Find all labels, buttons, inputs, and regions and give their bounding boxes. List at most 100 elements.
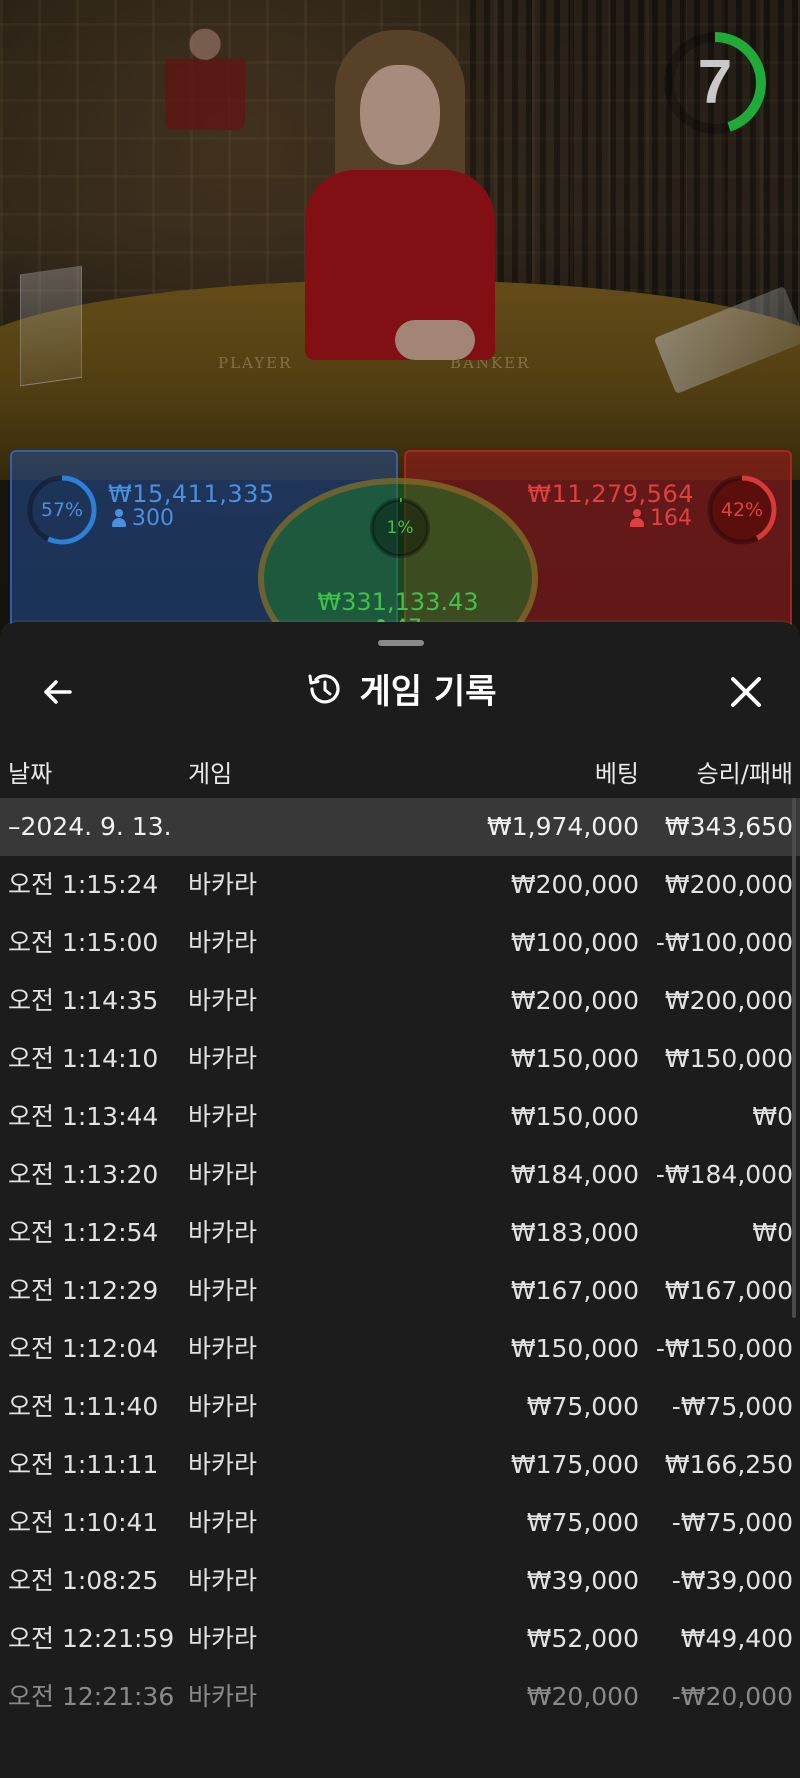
- row-bet: ₩75,000: [526, 1392, 639, 1421]
- row-game: 바카라: [188, 1392, 258, 1421]
- row-result: ₩166,250: [664, 1450, 793, 1479]
- row-time: 오전 1:15:24: [8, 870, 159, 899]
- row-result: -₩75,000: [671, 1508, 793, 1537]
- player-percent: 57%: [40, 499, 84, 521]
- banker-bet-total: ₩11,279,564: [527, 480, 694, 508]
- row-time: 오전 1:13:44: [8, 1102, 159, 1131]
- date-group-win-total: ₩343,650: [664, 812, 793, 841]
- row-time: 오전 12:21:59: [8, 1624, 175, 1653]
- history-row[interactable]: 오전 1:13:44 바카라 ₩150,000 ₩0: [0, 1088, 800, 1146]
- row-bet: ₩100,000: [510, 928, 639, 957]
- history-icon: [308, 673, 340, 703]
- row-time: 오전 1:12:54: [8, 1218, 159, 1247]
- row-time: 오전 1:08:25: [8, 1566, 159, 1595]
- column-header-date[interactable]: 날짜: [8, 754, 52, 789]
- row-bet: ₩52,000: [526, 1624, 639, 1653]
- row-game: 바카라: [188, 928, 258, 957]
- row-game: 바카라: [188, 1218, 258, 1247]
- row-bet: ₩175,000: [510, 1450, 639, 1479]
- scrollbar[interactable]: [792, 798, 796, 1318]
- history-row[interactable]: 오전 1:11:11 바카라 ₩175,000 ₩166,250: [0, 1436, 800, 1494]
- date-group-bet-total: ₩1,974,000: [487, 812, 639, 841]
- row-bet: ₩75,000: [526, 1508, 639, 1537]
- drag-handle[interactable]: [378, 640, 424, 646]
- row-game: 바카라: [188, 1044, 258, 1073]
- row-time: 오전 1:14:35: [8, 986, 159, 1015]
- close-icon: [731, 677, 761, 707]
- row-game: 바카라: [188, 1334, 258, 1363]
- row-time: 오전 1:12:29: [8, 1276, 159, 1305]
- column-header-bet[interactable]: 베팅: [595, 754, 639, 789]
- row-time: 오전 1:12:04: [8, 1334, 159, 1363]
- row-time: 오전 1:11:40: [8, 1392, 159, 1421]
- row-result: ₩200,000: [664, 986, 793, 1015]
- row-game: 바카라: [188, 1276, 258, 1305]
- history-row[interactable]: 오전 1:14:35 바카라 ₩200,000 ₩200,000: [0, 972, 800, 1030]
- game-history-sheet: 게임 기록 날짜 게임 베팅 승리/패배 –2024. 9. 13. ₩1,97…: [0, 622, 800, 1778]
- history-row[interactable]: 오전 12:21:59 바카라 ₩52,000 ₩49,400: [0, 1610, 800, 1668]
- history-row[interactable]: 오전 1:12:04 바카라 ₩150,000 -₩150,000: [0, 1320, 800, 1378]
- row-result: -₩39,000: [671, 1566, 793, 1595]
- column-header-win-loss[interactable]: 승리/패배: [697, 754, 793, 789]
- row-game: 바카라: [188, 1624, 258, 1653]
- sheet-header: 게임 기록: [0, 664, 800, 720]
- row-bet: ₩150,000: [510, 1334, 639, 1363]
- row-result: -₩100,000: [655, 928, 793, 957]
- row-result: ₩200,000: [664, 870, 793, 899]
- person-icon: [630, 509, 644, 527]
- row-game: 바카라: [188, 1102, 258, 1131]
- sheet-title: 게임 기록: [359, 672, 497, 712]
- row-bet: ₩20,000: [526, 1682, 639, 1711]
- row-result: ₩150,000: [664, 1044, 793, 1073]
- row-game: 바카라: [188, 1566, 258, 1595]
- player-percent-ring: 57%: [24, 472, 100, 548]
- row-bet: ₩150,000: [510, 1102, 639, 1131]
- tie-percent-ring: 1%: [368, 496, 432, 560]
- row-result: ₩167,000: [664, 1276, 793, 1305]
- row-bet: ₩39,000: [526, 1566, 639, 1595]
- row-time: 오전 12:21:36: [8, 1682, 175, 1711]
- timer-seconds: 7: [697, 48, 733, 117]
- row-result: ₩0: [752, 1102, 793, 1131]
- row-bet: ₩200,000: [510, 870, 639, 899]
- row-game: 바카라: [188, 1682, 258, 1711]
- row-result: -₩184,000: [655, 1160, 793, 1189]
- history-row[interactable]: 오전 1:12:29 바카라 ₩167,000 ₩167,000: [0, 1262, 800, 1320]
- column-header-game[interactable]: 게임: [188, 754, 232, 789]
- history-row[interactable]: 오전 1:15:00 바카라 ₩100,000 -₩100,000: [0, 914, 800, 972]
- date-group-row[interactable]: –2024. 9. 13. ₩1,974,000 ₩343,650: [0, 798, 800, 856]
- player-count: 300: [112, 506, 174, 531]
- row-time: 오전 1:10:41: [8, 1508, 159, 1537]
- row-time: 오전 1:15:00: [8, 928, 159, 957]
- history-row[interactable]: 오전 1:10:41 바카라 ₩75,000 -₩75,000: [0, 1494, 800, 1552]
- row-bet: ₩200,000: [510, 986, 639, 1015]
- row-game: 바카라: [188, 986, 258, 1015]
- countdown-timer: 7: [660, 28, 770, 138]
- row-bet: ₩167,000: [510, 1276, 639, 1305]
- history-row[interactable]: 오전 1:12:54 바카라 ₩183,000 ₩0: [0, 1204, 800, 1262]
- history-row[interactable]: 오전 1:14:10 바카라 ₩150,000 ₩150,000: [0, 1030, 800, 1088]
- row-time: 오전 1:14:10: [8, 1044, 159, 1073]
- row-game: 바카라: [188, 1450, 258, 1479]
- row-result: -₩150,000: [655, 1334, 793, 1363]
- history-list: 오전 1:15:24 바카라 ₩200,000 ₩200,000 오전 1:15:00 바…: [0, 856, 800, 1726]
- history-row[interactable]: 오전 1:11:40 바카라 ₩75,000 -₩75,000: [0, 1378, 800, 1436]
- history-row[interactable]: 오전 1:15:24 바카라 ₩200,000 ₩200,000: [0, 856, 800, 914]
- history-row[interactable]: 오전 12:21:36 바카라 ₩20,000 -₩20,000: [0, 1668, 800, 1726]
- date-group-label: –2024. 9. 13.: [8, 812, 172, 841]
- tie-percent: 1%: [386, 518, 414, 538]
- row-result: ₩49,400: [680, 1624, 793, 1653]
- person-icon: [112, 509, 126, 527]
- row-game: 바카라: [188, 1508, 258, 1537]
- row-time: 오전 1:11:11: [8, 1450, 159, 1479]
- row-bet: ₩184,000: [510, 1160, 639, 1189]
- row-game: 바카라: [188, 870, 258, 899]
- close-button[interactable]: [724, 670, 768, 714]
- row-time: 오전 1:13:20: [8, 1160, 159, 1189]
- row-result: ₩0: [752, 1218, 793, 1247]
- banker-percent-ring: 42%: [704, 472, 780, 548]
- history-row[interactable]: 오전 1:13:20 바카라 ₩184,000 -₩184,000: [0, 1146, 800, 1204]
- row-bet: ₩150,000: [510, 1044, 639, 1073]
- history-row[interactable]: 오전 1:08:25 바카라 ₩39,000 -₩39,000: [0, 1552, 800, 1610]
- row-result: -₩75,000: [671, 1392, 793, 1421]
